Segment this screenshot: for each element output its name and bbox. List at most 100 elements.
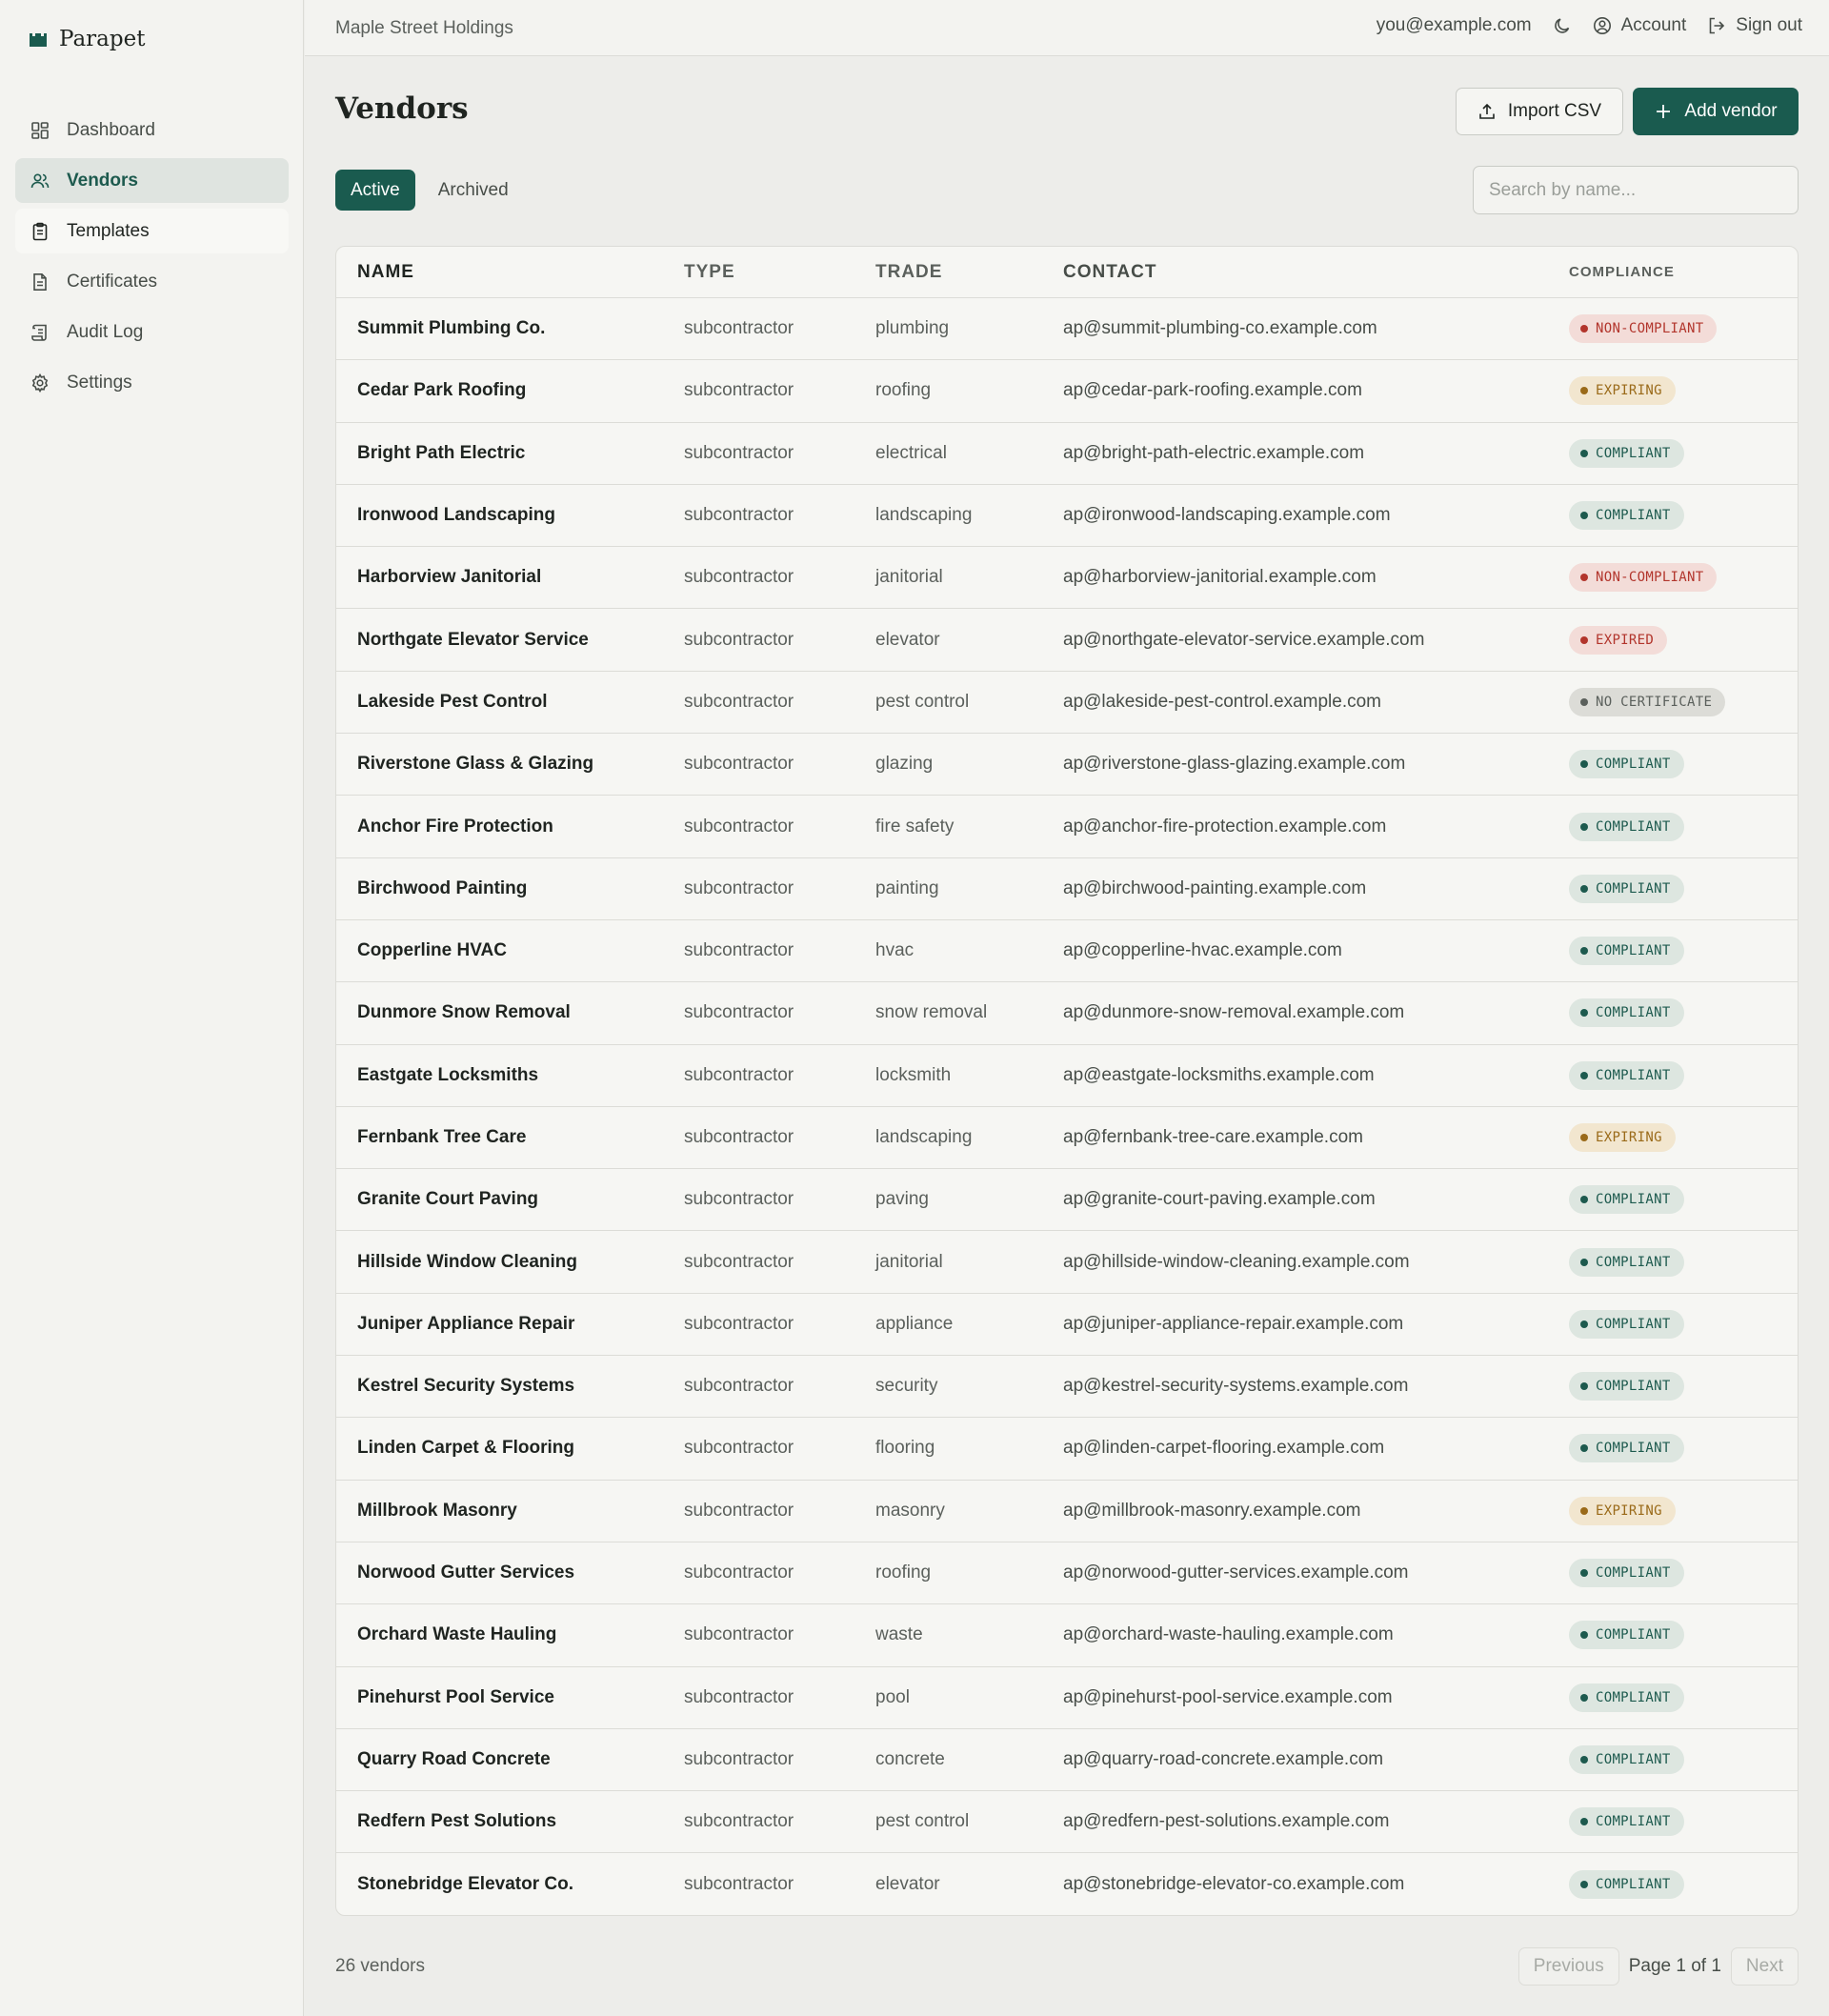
table-row[interactable]: Northgate Elevator Service subcontractor e… [336,609,1798,672]
vendor-name-cell: Orchard Waste Hauling [357,1624,557,1645]
vendor-name-cell: Norwood Gutter Services [357,1562,575,1583]
table-row[interactable]: Bright Path Electric subcontractor electri… [336,423,1798,485]
table-row[interactable]: Kestrel Security Systems subcontractor sec… [336,1356,1798,1419]
vendor-compliance-cell: COMPLIANT [1569,1870,1684,1900]
vendor-contact-cell: ap@quarry-road-concrete.example.com [1063,1748,1384,1769]
vendor-contact-cell: ap@orchard-waste-hauling.example.com [1063,1624,1394,1645]
table-row[interactable]: Dunmore Snow Removal subcontractor snow re… [336,982,1798,1045]
table-row[interactable]: Orchard Waste Hauling subcontractor waste a… [336,1604,1798,1667]
header-trade[interactable]: TRADE [875,262,942,283]
sidebar-item-vendors[interactable]: Vendors [15,158,289,203]
compliance-badge: EXPIRING [1569,1496,1676,1525]
status-dot-icon [1580,1881,1588,1889]
compliance-label: NON-COMPLIANT [1596,570,1704,586]
vendor-name-cell: Stonebridge Elevator Co. [357,1874,573,1895]
sidebar-item-templates[interactable]: Templates [15,209,289,253]
table-row[interactable]: Harborview Janitorial subcontractor janito… [336,547,1798,610]
table-row[interactable]: Quarry Road Concrete subcontractor concret… [336,1729,1798,1792]
table-row[interactable]: Redfern Pest Solutions subcontractor pest … [336,1791,1798,1854]
vendor-trade-cell: locksmith [875,1064,952,1085]
table-row[interactable]: Juniper Appliance Repair subcontractor app… [336,1294,1798,1357]
compliance-badge: COMPLIANT [1569,750,1684,779]
tab-active[interactable]: Active [335,170,415,211]
vendor-trade-cell: plumbing [875,318,950,339]
table-body: Summit Plumbing Co. subcontractor plumbing… [336,298,1798,1915]
compliance-badge: EXPIRING [1569,376,1676,406]
header-name[interactable]: NAME [357,262,414,283]
account-link[interactable]: Account [1593,15,1687,36]
theme-toggle-button[interactable] [1553,16,1572,35]
vendor-compliance-cell: EXPIRED [1569,625,1668,655]
vendor-compliance-cell: COMPLIANT [1569,1683,1684,1712]
compliance-label: COMPLIANT [1596,1627,1671,1643]
vendor-type-cell: subcontractor [684,1686,794,1707]
compliance-badge: COMPLIANT [1569,438,1684,468]
vendor-trade-cell: pest control [875,691,970,712]
compliance-label: COMPLIANT [1596,756,1671,773]
status-dot-icon [1580,512,1588,520]
vendor-type-cell: subcontractor [684,1624,794,1645]
moon-icon [1554,18,1569,33]
vendor-name-cell: Millbrook Masonry [357,1500,517,1521]
table-row[interactable]: Stonebridge Elevator Co. subcontractor ele… [336,1853,1798,1915]
table-row[interactable]: Cedar Park Roofing subcontractor roofing ap… [336,360,1798,423]
table-row[interactable]: Summit Plumbing Co. subcontractor plumbing… [336,298,1798,361]
vendor-contact-cell: ap@birchwood-painting.example.com [1063,877,1367,898]
vendor-compliance-cell: COMPLIANT [1569,1060,1684,1090]
next-page-button[interactable]: Next [1730,1947,1799,1986]
vendor-type-cell: subcontractor [684,1438,794,1459]
table-row[interactable]: Birchwood Painting subcontractor painting a… [336,858,1798,920]
table-row[interactable]: Ironwood Landscaping subcontractor landsca… [336,485,1798,548]
sign-out-label: Sign out [1736,15,1802,35]
add-vendor-button[interactable]: Add vendor [1633,88,1799,135]
table-row[interactable]: Riverstone Glass & Glazing subcontractor g… [336,734,1798,796]
table-row[interactable]: Copperline HVAC subcontractor hvac ap@coppe… [336,920,1798,983]
table-row[interactable]: Lakeside Pest Control subcontractor pest c… [336,672,1798,735]
table-row[interactable]: Millbrook Masonry subcontractor masonry ap@… [336,1481,1798,1542]
vendor-compliance-cell: COMPLIANT [1569,1559,1684,1588]
sidebar-item-settings[interactable]: Settings [15,360,289,405]
compliance-badge: COMPLIANT [1569,1309,1684,1339]
plus-icon [1657,105,1671,118]
status-dot-icon [1580,822,1588,831]
header-type[interactable]: TYPE [684,262,735,283]
vendor-compliance-cell: COMPLIANT [1569,1807,1684,1837]
status-dot-icon [1580,1818,1588,1826]
vendor-trade-cell: flooring [875,1438,935,1459]
dashboard-icon [31,121,49,139]
sidebar-item-audit-log[interactable]: Audit Log [15,310,289,354]
vendor-name-cell: Lakeside Pest Control [357,691,548,712]
topbar: Maple Street Holdings you@example.com Ac… [305,0,1829,56]
vendor-name-cell: Anchor Fire Protection [357,816,553,837]
table-row[interactable]: Granite Court Paving subcontractor paving a… [336,1169,1798,1232]
vendor-contact-cell: ap@lakeside-pest-control.example.com [1063,691,1381,712]
vendor-compliance-cell: COMPLIANT [1569,812,1684,841]
brand[interactable]: Parapet [29,25,145,53]
sidebar-item-label: Templates [67,220,150,241]
vendor-contact-cell: ap@northgate-elevator-service.example.co… [1063,629,1425,650]
sidebar-item-dashboard[interactable]: Dashboard [15,108,289,152]
sidebar-item-certificates[interactable]: Certificates [15,259,289,304]
header-contact[interactable]: CONTACT [1063,262,1156,283]
sign-out-link[interactable]: Sign out [1707,15,1802,36]
table-row[interactable]: Linden Carpet & Flooring subcontractor flo… [336,1418,1798,1481]
account-label: Account [1620,15,1687,35]
table-row[interactable]: Fernbank Tree Care subcontractor landscapi… [336,1107,1798,1170]
previous-page-button[interactable]: Previous [1517,1947,1619,1986]
table-row[interactable]: Hillside Window Cleaning subcontractor jan… [336,1231,1798,1294]
header-compliance[interactable]: COMPLIANCE [1569,264,1675,280]
vendor-compliance-cell: NO CERTIFICATE [1569,687,1726,716]
compliance-label: COMPLIANT [1596,1877,1671,1893]
tab-archived[interactable]: Archived [423,170,524,211]
compliance-badge: NO CERTIFICATE [1569,687,1726,716]
vendor-contact-cell: ap@eastgate-locksmiths.example.com [1063,1064,1375,1085]
search-input[interactable] [1473,166,1799,214]
table-row[interactable]: Pinehurst Pool Service subcontractor pool a… [336,1667,1798,1729]
table-row[interactable]: Norwood Gutter Services subcontractor roof… [336,1542,1798,1605]
import-csv-button[interactable]: Import CSV [1456,88,1623,135]
vendor-contact-cell: ap@riverstone-glass-glazing.example.com [1063,754,1406,775]
table-row[interactable]: Anchor Fire Protection subcontractor fire … [336,796,1798,858]
table-row[interactable]: Eastgate Locksmiths subcontractor locksmit… [336,1045,1798,1107]
vendor-trade-cell: elevator [875,1874,940,1895]
vendor-contact-cell: ap@juniper-appliance-repair.example.com [1063,1313,1404,1334]
